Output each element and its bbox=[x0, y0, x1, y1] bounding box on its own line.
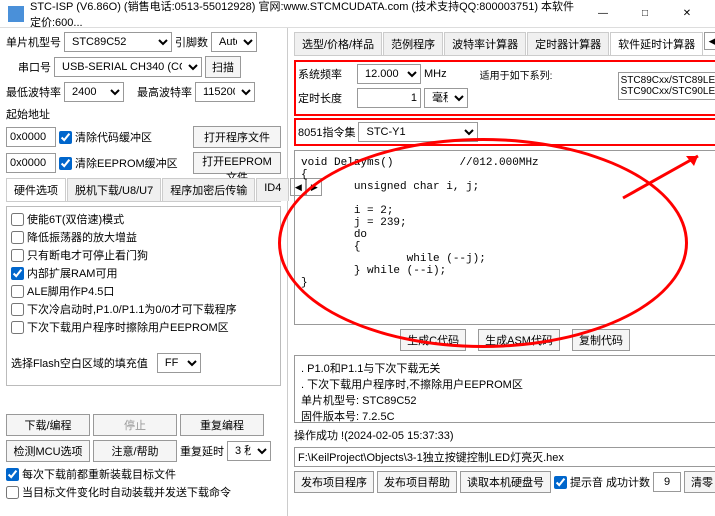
left-panel: 单片机型号 STC89C52 引脚数 Auto 串口号 USB-SERIAL C… bbox=[0, 28, 288, 516]
pub-prog-button[interactable]: 发布项目程序 bbox=[294, 471, 374, 493]
delay-len-input[interactable] bbox=[357, 88, 421, 108]
tab-id[interactable]: ID4 bbox=[256, 178, 289, 201]
reprogram-button[interactable]: 重复编程 bbox=[180, 414, 264, 436]
minimize-button[interactable]: — bbox=[583, 3, 623, 25]
code-textarea[interactable]: void Delayms() //012.000MHz { unsigned c… bbox=[294, 150, 715, 325]
sys-freq-select[interactable]: 12.000 bbox=[357, 64, 421, 84]
opt-osc-checkbox[interactable] bbox=[11, 231, 24, 244]
min-baud-select[interactable]: 2400 bbox=[64, 82, 124, 102]
scan-button[interactable]: 扫描 bbox=[205, 56, 241, 78]
read-sn-button[interactable]: 读取本机硬盘号 bbox=[460, 471, 551, 493]
maximize-button[interactable]: □ bbox=[625, 3, 665, 25]
tab-offline[interactable]: 脱机下载/U8/U7 bbox=[67, 178, 161, 201]
detect-mcu-button[interactable]: 检测MCU选项 bbox=[6, 440, 90, 462]
top-tabs: 选型/价格/样品 范例程序 波特率计算器 定时器计算器 软件延时计算器 ◀▶ bbox=[294, 32, 715, 56]
delay-unit-select[interactable]: 毫秒 bbox=[424, 88, 468, 108]
tab-hw-options[interactable]: 硬件选项 bbox=[6, 178, 66, 201]
chip-model-label: 单片机型号 bbox=[6, 34, 61, 50]
opt-ram-checkbox[interactable] bbox=[11, 267, 24, 280]
inst-set-label: 8051指令集 bbox=[298, 124, 355, 140]
series1: STC89Cxx/STC89LExx bbox=[621, 75, 715, 86]
applies-label: 适用于如下系列: bbox=[480, 67, 553, 82]
flash-fill-select[interactable]: FF bbox=[157, 353, 201, 373]
download-button[interactable]: 下载/编程 bbox=[6, 414, 90, 436]
hw-option-tabs: 硬件选项 脱机下载/U8/U7 程序加密后传输 ID4 ◀▶ bbox=[6, 178, 281, 202]
min-baud-label: 最低波特率 bbox=[6, 84, 61, 100]
auto-checkbox[interactable] bbox=[6, 486, 19, 499]
success-count bbox=[653, 472, 681, 492]
series2: STC90Cxx/STC90LExx bbox=[621, 86, 715, 97]
copy-code-button[interactable]: 复制代码 bbox=[572, 329, 630, 351]
opt-wdt-checkbox[interactable] bbox=[11, 249, 24, 262]
pin-select[interactable]: Auto bbox=[211, 32, 257, 52]
port-label: 串口号 bbox=[18, 59, 51, 75]
right-panel: 选型/价格/样品 范例程序 波特率计算器 定时器计算器 软件延时计算器 ◀▶ 系… bbox=[288, 28, 715, 516]
info-area: . P1.0和P1.1与下次下载无关 . 下次下载用户程序时,不擦除用户EEPR… bbox=[294, 355, 715, 423]
addr2-input[interactable] bbox=[6, 153, 56, 173]
clear-code-checkbox[interactable] bbox=[59, 131, 72, 144]
inst-set-select[interactable]: STC-Y1 bbox=[358, 122, 478, 142]
window-titlebar: STC-ISP (V6.86O) (销售电话:0513-55012928) 官网… bbox=[0, 0, 715, 28]
pin-label: 引脚数 bbox=[175, 34, 208, 50]
opt-erase-checkbox[interactable] bbox=[11, 321, 24, 334]
clear-button[interactable]: 清零 bbox=[684, 471, 715, 493]
sys-freq-unit: MHz bbox=[424, 68, 447, 80]
reload-checkbox[interactable] bbox=[6, 468, 19, 481]
clear-code-label: 清除代码缓冲区 bbox=[75, 129, 152, 145]
stop-button[interactable]: 停止 bbox=[93, 414, 177, 436]
sys-freq-label: 系统频率 bbox=[298, 66, 354, 82]
close-button[interactable]: ✕ bbox=[667, 3, 707, 25]
tab-delay[interactable]: 软件延时计算器 bbox=[610, 32, 703, 55]
opt-ale-checkbox[interactable] bbox=[11, 285, 24, 298]
max-baud-label: 最高波特率 bbox=[137, 84, 192, 100]
delay-select[interactable]: 3 秒 bbox=[227, 441, 271, 461]
gen-c-button[interactable]: 生成C代码 bbox=[400, 329, 466, 351]
opt-coldboot-checkbox[interactable] bbox=[11, 303, 24, 316]
tab-example[interactable]: 范例程序 bbox=[383, 32, 443, 55]
addr1-input[interactable] bbox=[6, 127, 56, 147]
delay-len-label: 定时长度 bbox=[298, 90, 354, 106]
success-label: 成功计数 bbox=[606, 474, 650, 490]
app-icon bbox=[8, 6, 24, 22]
max-baud-select[interactable]: 115200 bbox=[195, 82, 255, 102]
status-line: 操作成功 !(2024-02-05 15:37:33) bbox=[294, 427, 715, 443]
clear-eeprom-checkbox[interactable] bbox=[59, 157, 72, 170]
chip-model-select[interactable]: STC89C52 bbox=[64, 32, 172, 52]
hex-path-input[interactable] bbox=[294, 447, 715, 467]
open-program-button[interactable]: 打开程序文件 bbox=[193, 126, 281, 148]
open-eeprom-button[interactable]: 打开EEPROM文件 bbox=[193, 152, 281, 174]
beep-checkbox[interactable] bbox=[554, 476, 567, 489]
pub-help-button[interactable]: 发布项目帮助 bbox=[377, 471, 457, 493]
port-select[interactable]: USB-SERIAL CH340 (COM11) bbox=[54, 57, 202, 77]
tab-baud[interactable]: 波特率计算器 bbox=[444, 32, 526, 55]
tab-encrypt[interactable]: 程序加密后传输 bbox=[162, 178, 255, 201]
flash-fill-label: 选择Flash空白区域的填充值 bbox=[11, 355, 148, 371]
clear-eeprom-label: 清除EEPROM缓冲区 bbox=[75, 155, 178, 171]
gen-asm-button[interactable]: 生成ASM代码 bbox=[478, 329, 560, 351]
window-title: STC-ISP (V6.86O) (销售电话:0513-55012928) 官网… bbox=[30, 0, 583, 30]
tab-price[interactable]: 选型/价格/样品 bbox=[294, 32, 382, 55]
help-button[interactable]: 注意/帮助 bbox=[93, 440, 177, 462]
delay-label: 重复延时 bbox=[180, 443, 224, 459]
tab-timer[interactable]: 定时器计算器 bbox=[527, 32, 609, 55]
beep-label: 提示音 bbox=[570, 474, 603, 490]
rtab-left-arrow[interactable]: ◀ bbox=[704, 32, 715, 50]
start-addr-label: 起始地址 bbox=[6, 106, 50, 122]
opt-6t-checkbox[interactable] bbox=[11, 213, 24, 226]
